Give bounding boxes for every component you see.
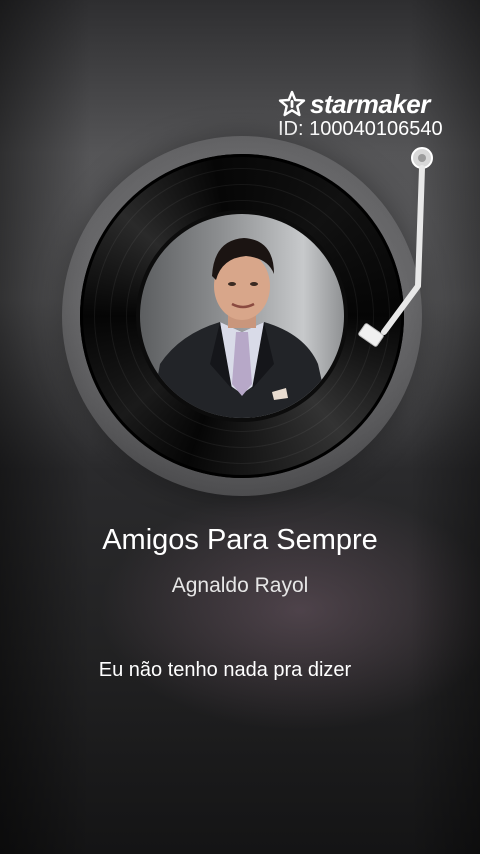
album-cover-portrait bbox=[150, 238, 330, 418]
song-title: Amigos Para Sempre bbox=[102, 524, 378, 556]
tonearm-icon bbox=[358, 147, 433, 347]
brand-row: starmaker bbox=[278, 86, 430, 122]
player-screen: starmaker ID: 100040106540 Amigos Para S… bbox=[0, 0, 480, 854]
starmaker-logo-icon bbox=[278, 90, 306, 117]
brand-name: starmaker bbox=[310, 88, 430, 119]
album-cover bbox=[140, 214, 344, 418]
current-lyric-line: Eu não tenho nada pra dizer bbox=[98, 659, 352, 681]
song-artist: Agnaldo Rayol bbox=[171, 574, 309, 597]
